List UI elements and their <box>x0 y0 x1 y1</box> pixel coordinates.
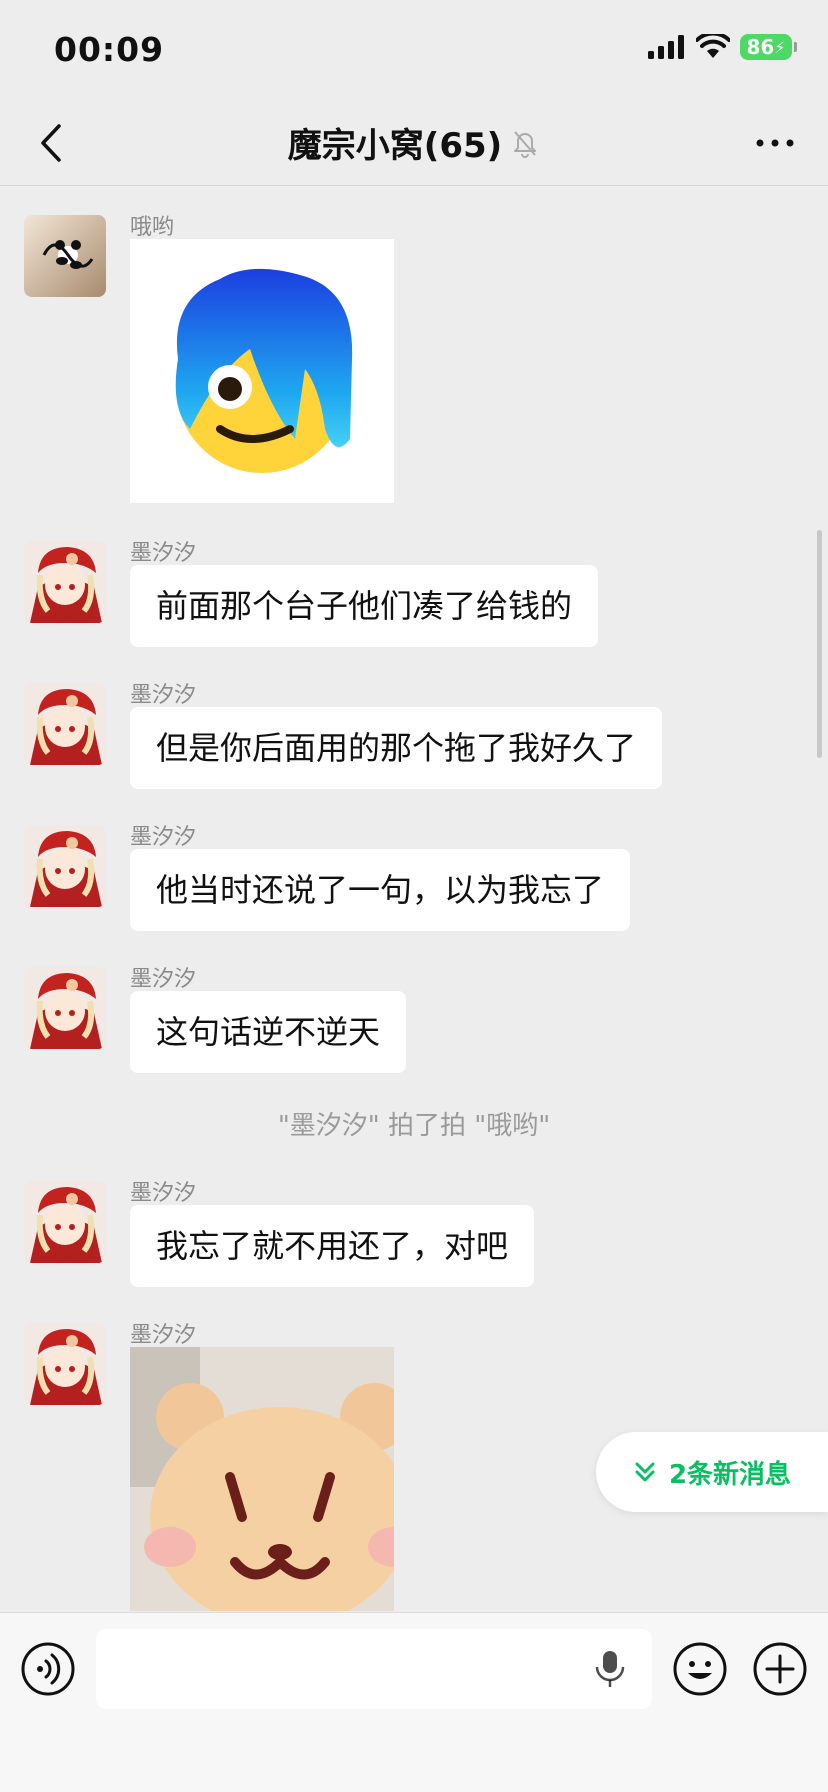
chat-header: 魔宗小窝(65) <box>0 100 828 186</box>
message-bubble[interactable]: 他当时还说了一句，以为我忘了 <box>130 849 631 931</box>
double-chevron-down-icon <box>635 1462 655 1482</box>
message-bubble[interactable]: 但是你后面用的那个拖了我好久了 <box>130 707 663 789</box>
wifi-icon <box>696 34 730 58</box>
message-bubble[interactable]: 前面那个台子他们凑了给钱的 <box>130 565 599 647</box>
status-bar: 00:09 86 ⚡ <box>0 0 828 100</box>
sender-name: 墨汐汐 <box>130 1181 197 1206</box>
voice-icon <box>21 1642 75 1696</box>
battery-level: 86 <box>746 35 775 59</box>
sender-name: 墨汐汐 <box>130 683 197 708</box>
avatar[interactable] <box>24 1181 106 1263</box>
more-dots-icon <box>756 139 794 147</box>
sender-name: 墨汐汐 <box>130 967 197 992</box>
status-time: 00:09 <box>54 30 165 69</box>
avatar[interactable] <box>24 215 106 297</box>
cellular-signal-icon <box>648 35 684 59</box>
charging-icon: ⚡ <box>774 37 786 57</box>
more-functions-button[interactable] <box>752 1641 808 1697</box>
microphone-icon[interactable] <box>592 1649 628 1689</box>
avatar[interactable] <box>24 1323 106 1405</box>
system-pat-notice: "墨汐汐" 拍了拍 "哦哟" <box>277 1111 551 1141</box>
more-options-button[interactable] <box>750 118 800 168</box>
new-messages-button[interactable]: 2条新消息 <box>596 1432 828 1512</box>
scrollbar[interactable] <box>817 530 822 758</box>
chat-title-group: 魔宗小窝(65) <box>0 118 828 167</box>
sticker-image[interactable] <box>130 239 394 503</box>
chat-title: 魔宗小窝(65) <box>287 126 503 166</box>
sender-name: 墨汐汐 <box>130 541 197 566</box>
avatar[interactable] <box>24 683 106 765</box>
new-messages-label: 2条新消息 <box>668 1459 792 1490</box>
sender-name: 墨汐汐 <box>130 825 197 850</box>
message-bubble[interactable]: 我忘了就不用还了，对吧 <box>130 1205 535 1287</box>
battery-indicator: 86 ⚡ <box>740 34 797 60</box>
avatar[interactable] <box>24 541 106 623</box>
message-bubble[interactable]: 这句话逆不逆天 <box>130 991 407 1073</box>
status-icons: 86 ⚡ <box>648 34 797 60</box>
mute-bell-icon <box>514 130 537 158</box>
sender-name: 墨汐汐 <box>130 1323 197 1348</box>
voice-toggle-button[interactable] <box>20 1641 76 1697</box>
input-bar <box>0 1612 828 1792</box>
message-input[interactable] <box>96 1629 652 1709</box>
emoji-button[interactable] <box>672 1641 728 1697</box>
avatar[interactable] <box>24 825 106 907</box>
sticker-image[interactable] <box>130 1347 394 1611</box>
avatar[interactable] <box>24 967 106 1049</box>
message-list[interactable]: 哦哟 墨汐汐 前面那个台子他们凑了给钱的 墨汐汐 但是你后面用的那个拖了我好久了… <box>0 187 828 1612</box>
smiley-icon <box>673 1642 727 1696</box>
plus-icon <box>753 1642 807 1696</box>
sender-name: 哦哟 <box>130 215 175 240</box>
